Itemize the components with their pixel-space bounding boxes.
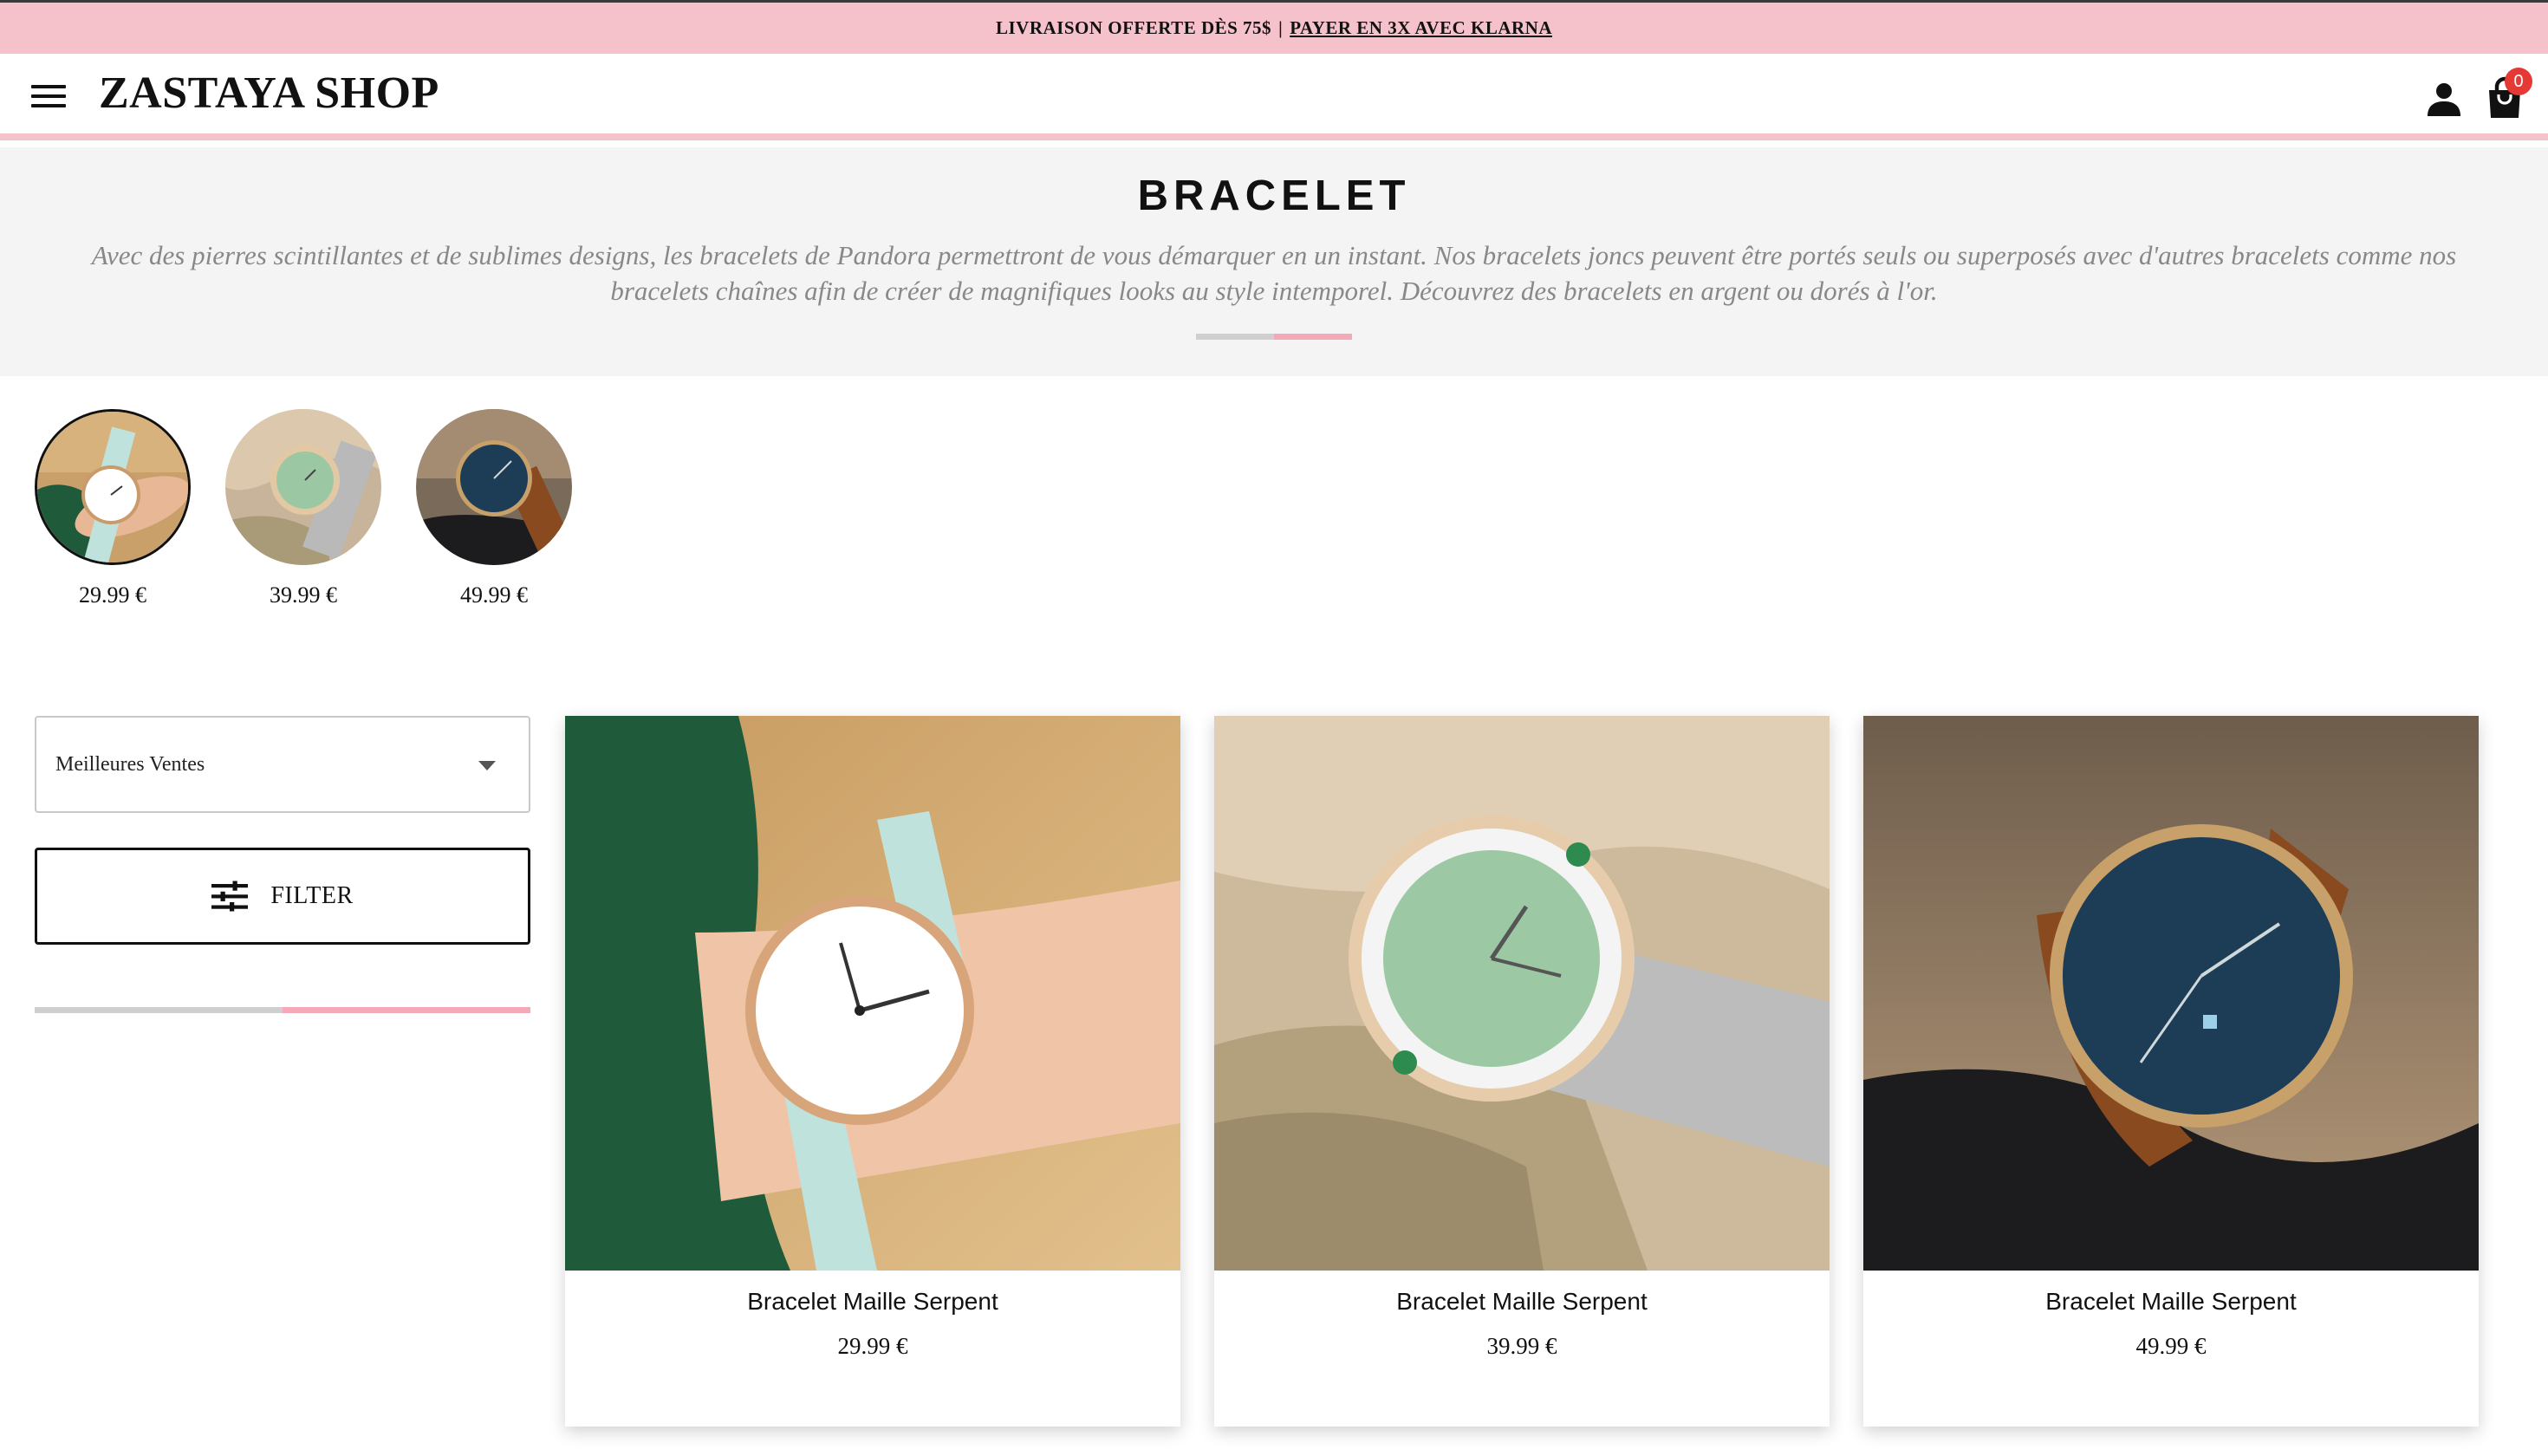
sort-select[interactable]: Meilleures Ventes	[35, 716, 530, 813]
thumbnail-item[interactable]: 39.99 €	[225, 409, 381, 608]
watch-thumbnail-image	[35, 409, 191, 565]
sliders-icon	[211, 881, 249, 912]
product-image	[1214, 716, 1830, 1271]
product-name[interactable]: Bracelet Maille Serpent	[565, 1288, 1180, 1316]
user-icon[interactable]	[2423, 78, 2465, 120]
category-description: Avec des pierres scintillantes et de sub…	[91, 240, 2457, 306]
filter-button-label: FILTER	[270, 882, 354, 909]
sort-select-value: Meilleures Ventes	[55, 752, 205, 776]
product-price: 39.99 €	[1486, 1333, 1557, 1359]
product-image	[1863, 716, 2479, 1271]
product-card[interactable]: Bracelet Maille Serpent 49.99 €	[1863, 716, 2479, 1427]
product-price: 49.99 €	[2135, 1333, 2207, 1359]
cart-count-badge: 0	[2505, 68, 2532, 95]
announcement-text: LIVRAISON OFFERTE DÈS 75$	[995, 17, 1272, 38]
watch-thumbnail-image	[225, 409, 381, 565]
watch-thumbnail-image	[416, 409, 572, 565]
thumbnail-item[interactable]: 29.99 €	[35, 409, 191, 608]
filter-button[interactable]: FILTER	[35, 848, 530, 945]
thumbnail-price: 49.99 €	[460, 582, 528, 608]
thumbnail-price: 39.99 €	[270, 582, 337, 608]
klarna-link[interactable]: PAYER EN 3X AVEC KLARNA	[1290, 17, 1552, 39]
product-price: 29.99 €	[837, 1333, 908, 1359]
menu-icon[interactable]	[31, 85, 66, 111]
site-header: ZASTAYA SHOP 0	[0, 54, 2548, 140]
product-name[interactable]: Bracelet Maille Serpent	[1863, 1288, 2479, 1316]
thumbnail-price: 29.99 €	[79, 582, 146, 608]
page-title: BRACELET	[1137, 172, 1411, 219]
thumbnail-item[interactable]: 49.99 €	[416, 409, 572, 608]
product-name[interactable]: Bracelet Maille Serpent	[1214, 1288, 1830, 1316]
product-image	[565, 716, 1180, 1271]
banner-divider	[1196, 334, 1352, 340]
announcement-bar: LIVRAISON OFFERTE DÈS 75$ | PAYER EN 3X …	[0, 0, 2548, 54]
site-logo[interactable]: ZASTAYA SHOP	[99, 68, 439, 119]
category-banner: BRACELET Avec des pierres scintillantes …	[0, 147, 2548, 376]
dropdown-caret-icon	[478, 761, 496, 770]
product-card[interactable]: Bracelet Maille Serpent 39.99 €	[1214, 716, 1830, 1427]
sidebar-divider	[35, 1007, 530, 1013]
product-card[interactable]: Bracelet Maille Serpent 29.99 €	[565, 716, 1180, 1427]
announcement-separator: |	[1278, 17, 1284, 38]
